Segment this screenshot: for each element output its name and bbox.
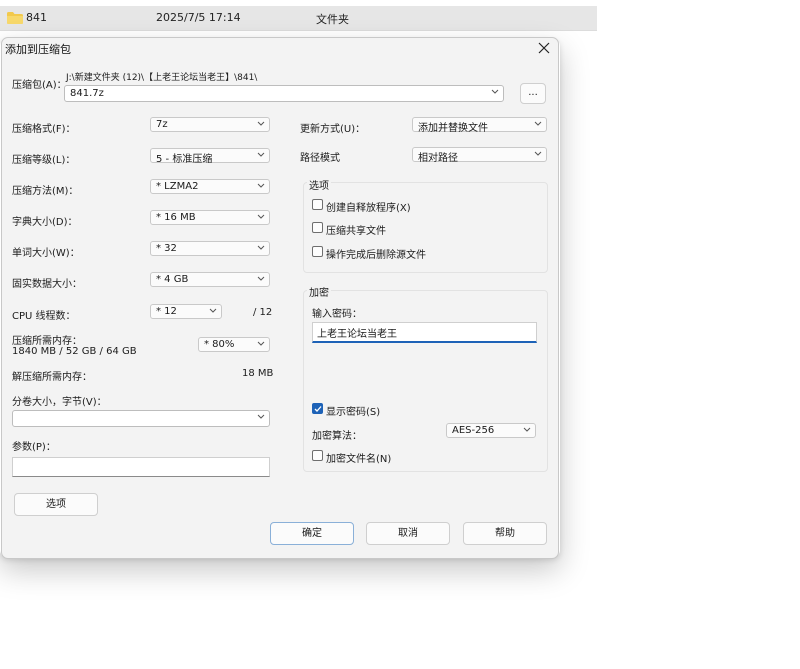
split-combo[interactable] <box>12 410 270 427</box>
chevron-down-icon <box>257 245 265 250</box>
update-value: 添加并替换文件 <box>418 123 488 134</box>
folder-icon <box>7 12 23 24</box>
chevron-down-icon <box>209 308 217 313</box>
solid-label: 固实数据大小： <box>12 279 82 290</box>
solid-select[interactable]: * 4 GB <box>150 272 270 287</box>
sfx-label: 创建自释放程序(X) <box>326 203 411 214</box>
split-label: 分卷大小，字节(V)： <box>12 397 107 408</box>
update-select[interactable]: 添加并替换文件 <box>412 117 547 134</box>
show-password-checkbox[interactable] <box>312 403 323 414</box>
file-name: 841 <box>26 11 47 24</box>
encrypt-names-checkbox[interactable] <box>312 450 323 461</box>
params-input[interactable] <box>12 457 270 477</box>
dict-value: * 16 MB <box>156 212 196 223</box>
level-select[interactable]: 5 - 标准压缩 <box>150 148 270 165</box>
encryption-group-title: 加密 <box>307 284 331 299</box>
threads-select[interactable]: * 12 <box>150 304 222 319</box>
word-value: * 32 <box>156 243 177 254</box>
chevron-down-icon <box>534 151 542 156</box>
threads-value: * 12 <box>156 306 177 317</box>
decomp-value: 18 MB <box>242 368 274 379</box>
delete-source-checkbox[interactable] <box>312 246 323 257</box>
chevron-down-icon <box>257 341 265 346</box>
format-select[interactable]: 7z <box>150 117 270 132</box>
word-select[interactable]: * 32 <box>150 241 270 256</box>
word-label: 单词大小(W)： <box>12 248 80 259</box>
update-label: 更新方式(U)： <box>300 124 366 135</box>
delete-source-label: 操作完成后删除源文件 <box>326 250 426 261</box>
options-button[interactable]: 选项 <box>14 493 98 516</box>
help-button[interactable]: 帮助 <box>463 522 547 545</box>
password-label: 输入密码： <box>312 309 362 320</box>
enc-method-label: 加密算法： <box>312 431 362 442</box>
chevron-down-icon <box>534 121 542 126</box>
show-password-label: 显示密码(S) <box>326 407 381 418</box>
file-date: 2025/7/5 17:14 <box>156 11 241 24</box>
chevron-down-icon <box>257 276 265 281</box>
level-value: 5 - 标准压缩 <box>156 154 213 165</box>
threads-max: / 12 <box>253 307 273 318</box>
chevron-down-icon <box>257 414 265 419</box>
decomp-label: 解压缩所需内存： <box>12 372 92 383</box>
chevron-down-icon <box>257 214 265 219</box>
check-icon <box>314 406 322 412</box>
file-type: 文件夹 <box>316 13 349 26</box>
mem-label: 压缩所需内存： <box>12 336 82 347</box>
add-to-archive-dialog: 添加到压缩包 压缩包(A)： J:\新建文件夹 (12)\【上老王论坛当老王】\… <box>1 37 559 559</box>
ok-button[interactable]: 确定 <box>270 522 354 545</box>
method-value: * LZMA2 <box>156 181 199 192</box>
options-group-title: 选项 <box>307 177 331 192</box>
archive-path: J:\新建文件夹 (12)\【上老王论坛当老王】\841\ <box>66 73 258 83</box>
browse-button[interactable]: ... <box>520 83 546 104</box>
explorer-file-row[interactable]: 841 2025/7/5 17:14 文件夹 <box>0 6 597 31</box>
mem-value: * 80% <box>204 339 235 350</box>
password-input[interactable]: 上老王论坛当老王 <box>312 322 537 343</box>
threads-label: CPU 线程数： <box>12 311 76 322</box>
mem-select[interactable]: * 80% <box>198 337 270 352</box>
format-label: 压缩格式(F)： <box>12 124 76 135</box>
path-mode-value: 相对路径 <box>418 153 458 164</box>
enc-method-value: AES-256 <box>452 425 495 436</box>
sfx-checkbox[interactable] <box>312 199 323 210</box>
method-label: 压缩方法(M)： <box>12 186 79 197</box>
shared-label: 压缩共享文件 <box>326 226 386 237</box>
path-mode-select[interactable]: 相对路径 <box>412 147 547 164</box>
archive-name-value: 841.7z <box>70 88 104 99</box>
format-value: 7z <box>156 119 168 130</box>
archive-name-combo[interactable]: 841.7z <box>64 85 504 102</box>
enc-method-select[interactable]: AES-256 <box>446 423 536 438</box>
dict-select[interactable]: * 16 MB <box>150 210 270 225</box>
method-select[interactable]: * LZMA2 <box>150 179 270 194</box>
level-label: 压缩等级(L)： <box>12 155 76 166</box>
path-mode-label: 路径模式 <box>300 153 340 164</box>
chevron-down-icon <box>257 121 265 126</box>
close-icon <box>538 42 550 54</box>
dialog-title: 添加到压缩包 <box>5 43 71 56</box>
chevron-down-icon <box>491 89 499 94</box>
mem-detail: 1840 MB / 52 GB / 64 GB <box>12 346 137 357</box>
chevron-down-icon <box>523 427 531 432</box>
params-label: 参数(P)： <box>12 442 56 453</box>
dict-label: 字典大小(D)： <box>12 217 78 228</box>
cancel-button[interactable]: 取消 <box>366 522 450 545</box>
chevron-down-icon <box>257 183 265 188</box>
close-button[interactable] <box>536 40 552 56</box>
archive-label: 压缩包(A)： <box>12 80 67 91</box>
encrypt-names-label: 加密文件名(N) <box>326 454 392 465</box>
shared-checkbox[interactable] <box>312 222 323 233</box>
chevron-down-icon <box>257 152 265 157</box>
solid-value: * 4 GB <box>156 274 189 285</box>
